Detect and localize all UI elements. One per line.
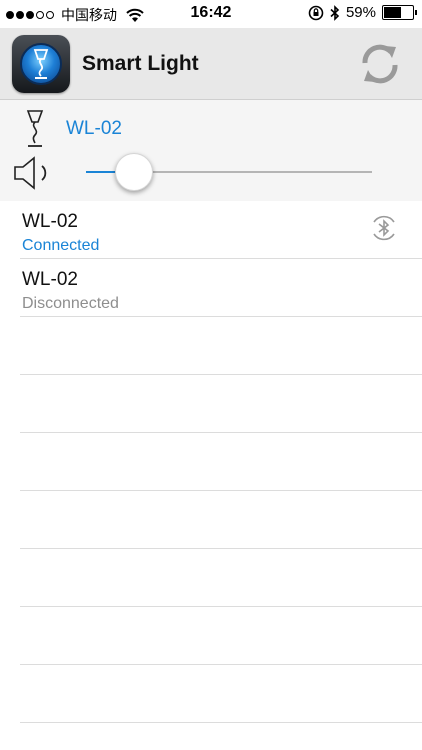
selected-device-name: WL-02	[66, 118, 122, 139]
app-header: Smart Light	[0, 28, 422, 100]
device-name: WL-02	[22, 211, 78, 232]
empty-list-row	[20, 607, 422, 665]
device-row[interactable]: WL-02 Disconnected	[20, 259, 422, 317]
slider-track-empty	[134, 171, 372, 173]
app-lamp-glyph	[33, 49, 49, 79]
control-panel: WL-02	[0, 100, 422, 201]
slider-thumb[interactable]	[115, 153, 153, 191]
empty-list-row	[20, 491, 422, 549]
device-status: Disconnected	[22, 295, 119, 312]
bluetooth-icon[interactable]	[368, 212, 400, 244]
device-list: WL-02 Connected WL-02 Disconnected	[0, 201, 422, 723]
battery-fill	[384, 7, 401, 18]
device-row[interactable]: WL-02 Connected	[20, 201, 422, 259]
empty-list-row	[20, 665, 422, 723]
lamp-icon	[26, 110, 44, 147]
app-title: Smart Light	[82, 52, 199, 75]
empty-rows	[0, 317, 422, 723]
battery-icon	[382, 5, 417, 20]
rotation-lock-icon	[308, 5, 324, 20]
empty-list-row	[20, 549, 422, 607]
empty-list-row	[20, 375, 422, 433]
device-status: Connected	[22, 237, 100, 254]
refresh-button[interactable]	[356, 40, 404, 88]
empty-list-row	[20, 433, 422, 491]
device-name: WL-02	[22, 269, 78, 290]
status-bar: 中国移动 16:42 59%	[0, 0, 422, 28]
lamp-app-icon	[12, 35, 70, 93]
battery-percent: 59%	[345, 4, 376, 21]
refresh-icon	[362, 44, 398, 84]
speaker-icon	[14, 156, 47, 190]
volume-slider[interactable]	[86, 152, 372, 192]
empty-list-row	[20, 317, 422, 375]
bluetooth-status-icon	[330, 4, 340, 21]
status-right: 59%	[308, 4, 417, 21]
